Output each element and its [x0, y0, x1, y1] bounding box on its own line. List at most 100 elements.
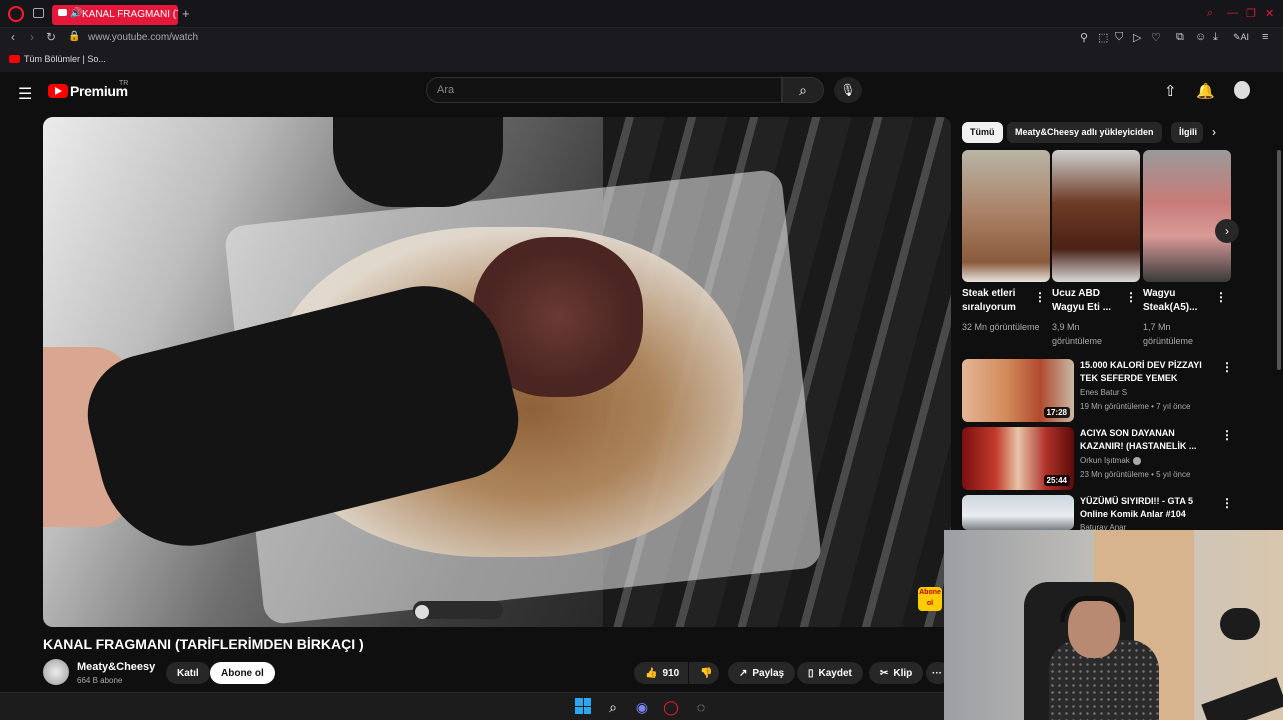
short-views: 32 Mn görüntüleme	[962, 322, 1040, 332]
short-views: 1,7 Mn görüntüleme	[1143, 322, 1194, 346]
notifications-bell-icon[interactable]: 🔔	[1196, 82, 1215, 100]
rec-duration: 25:44	[1043, 475, 1070, 486]
rec-menu-icon[interactable]: ⋮	[1221, 360, 1233, 374]
share-icon: ↗	[739, 668, 748, 679]
voice-search-icon[interactable]: 🎙	[834, 77, 862, 103]
forward-icon[interactable]: ›	[30, 30, 34, 44]
rec-channel[interactable]: Baturay Anar	[1080, 523, 1126, 530]
rec-menu-icon[interactable]: ⋮	[1221, 496, 1233, 510]
profile-icon[interactable]: ☺	[1195, 31, 1206, 43]
subscribe-button[interactable]: Abone ol	[210, 662, 275, 684]
short-menu-icon[interactable]: ⋮	[1034, 290, 1046, 304]
discord-icon[interactable]: ◉	[633, 698, 651, 716]
rec-thumbnail[interactable]: 17:28	[962, 359, 1074, 422]
youtube-favicon-icon	[58, 9, 67, 16]
bookmark-icon: ▯	[808, 668, 814, 679]
chip-all[interactable]: Tümü	[962, 122, 1003, 143]
rec-thumbnail[interactable]: 25:44	[962, 427, 1074, 490]
channel-name[interactable]: Meaty&Cheesy	[77, 661, 155, 673]
rec-title[interactable]: ACIYA SON DAYANAN KAZANIR! (HASTANELİK .…	[1080, 427, 1210, 453]
like-button[interactable]: 👍 910	[634, 662, 688, 684]
pin-icon[interactable]: ⚲	[1080, 31, 1088, 44]
video-gloved-hand-top	[333, 117, 503, 207]
page-scrollbar[interactable]	[1277, 150, 1281, 370]
join-button[interactable]: Katıl	[166, 662, 210, 684]
search-icon[interactable]: ⌕	[604, 698, 622, 716]
short-thumbnail[interactable]	[962, 150, 1050, 282]
extensions-icon[interactable]: ⧉	[1176, 31, 1184, 44]
address-bar: ‹ › ↻ 🔒 www.youtube.com/watch ⚲ ⬚ ⛉ ▷ ♡ …	[0, 28, 1283, 48]
short-menu-icon[interactable]: ⋮	[1215, 290, 1227, 304]
rec-channel[interactable]: Orkun Işıtmak	[1080, 456, 1141, 465]
dislike-button[interactable]: 👎	[689, 662, 719, 684]
short-thumbnail[interactable]	[1052, 150, 1140, 282]
rec-title[interactable]: 15.000 KALORİ DEV PİZZAYI TEK SEFERDE YE…	[1080, 359, 1210, 385]
download-icon[interactable]: ⤓	[1213, 31, 1218, 44]
taskbar: ⌕ ◉ ◯ ◌	[0, 692, 944, 720]
chevron-right-icon[interactable]: ›	[1212, 125, 1216, 139]
clip-button[interactable]: ✂ Klip	[869, 662, 924, 684]
shield-icon[interactable]: ⛉	[1115, 31, 1123, 44]
rec-thumbnail[interactable]	[962, 495, 1074, 530]
url-field[interactable]: www.youtube.com/watch	[88, 32, 198, 43]
rec-meta: 19 Mn görüntüleme • 7 yıl önce	[1080, 402, 1191, 411]
workspaces-icon[interactable]	[33, 8, 44, 18]
chip-related[interactable]: İlgili	[1171, 122, 1203, 143]
search-button[interactable]: ⌕	[782, 77, 824, 103]
thumbs-up-icon: 👍	[645, 668, 658, 679]
account-avatar[interactable]	[1234, 81, 1250, 99]
ai-label: AI	[1240, 32, 1250, 42]
heart-icon[interactable]: ♡	[1151, 31, 1161, 44]
minimize-icon[interactable]: —	[1227, 7, 1238, 19]
rec-channel[interactable]: Enes Batur S	[1080, 388, 1127, 397]
youtube-play-glyph	[55, 87, 62, 95]
microphone-icon	[1220, 608, 1260, 640]
close-window-icon[interactable]: ✕	[1265, 7, 1274, 20]
browser-chrome: KANAL FRAGMANI (TA 🔊 + ⌕ — ❐ ✕ ‹ › ↻ 🔒 w…	[0, 0, 1283, 72]
save-button[interactable]: ▯ Kaydet	[797, 662, 863, 684]
aria-ai-button[interactable]: ✎AI	[1233, 32, 1249, 43]
clip-label: Klip	[893, 668, 913, 679]
hamburger-menu-icon[interactable]: ☰	[18, 84, 32, 104]
like-count: 910	[662, 668, 680, 679]
thumbs-down-icon: 👎	[700, 668, 713, 679]
opera-gx-icon[interactable]: ◌	[692, 698, 710, 716]
video-title: KANAL FRAGMANI (TARİFLERİMDEN BİRKAÇI )	[43, 636, 364, 652]
short-title[interactable]: Steak etleri sıralıyorum	[962, 287, 1032, 315]
back-icon[interactable]: ‹	[11, 30, 15, 44]
search-input[interactable]: Ara	[426, 77, 782, 103]
share-label: Paylaş	[752, 668, 785, 679]
rec-menu-icon[interactable]: ⋮	[1221, 428, 1233, 442]
maximize-icon[interactable]: ❐	[1246, 7, 1256, 20]
tab-title: KANAL FRAGMANI (TA	[82, 9, 178, 20]
progress-scrubber[interactable]	[415, 605, 429, 619]
scissors-icon: ✂	[880, 668, 889, 679]
subscribe-watermark[interactable]: Abone ol	[918, 587, 942, 611]
speaker-icon[interactable]: 🔊	[70, 8, 82, 19]
new-tab-button[interactable]: +	[182, 6, 190, 21]
short-menu-icon[interactable]: ⋮	[1125, 290, 1137, 304]
opera-taskbar-icon[interactable]: ◯	[662, 698, 680, 716]
search-tabs-icon[interactable]: ⌕	[1207, 7, 1213, 20]
rec-title[interactable]: YÜZÜMÜ SIYIRDI!! - GTA 5 Online Komik An…	[1080, 495, 1210, 521]
chip-uploader[interactable]: Meaty&Cheesy adlı yükleyiciden	[1007, 122, 1162, 143]
share-button[interactable]: ↗ Paylaş	[728, 662, 796, 684]
keyboard-icon	[1201, 677, 1283, 720]
opera-logo-icon[interactable]	[8, 6, 24, 22]
video-player[interactable]: Abone ol	[43, 117, 951, 627]
play-icon[interactable]: ▷	[1133, 31, 1141, 44]
upload-icon[interactable]: ⇧	[1164, 82, 1177, 100]
lock-icon[interactable]: 🔒	[68, 31, 80, 42]
short-title[interactable]: Ucuz ABD Wagyu Eti ...	[1052, 287, 1122, 315]
reload-icon[interactable]: ↻	[46, 30, 56, 44]
short-views: 3,9 Mn görüntüleme	[1052, 322, 1103, 346]
short-title[interactable]: Wagyu Steak(A5)...	[1143, 287, 1213, 315]
menu-icon[interactable]: ≡	[1262, 31, 1268, 43]
snapshot-icon[interactable]: ⬚	[1098, 31, 1108, 44]
channel-avatar[interactable]	[43, 659, 69, 685]
shorts-next-icon[interactable]: ›	[1215, 219, 1239, 243]
short-thumbnail[interactable]	[1143, 150, 1231, 282]
bookmark-item[interactable]: Tüm Bölümler | So...	[24, 54, 106, 64]
tab-bar: KANAL FRAGMANI (TA 🔊 + ⌕ — ❐ ✕	[0, 0, 1283, 28]
windows-start-icon[interactable]	[575, 698, 591, 714]
